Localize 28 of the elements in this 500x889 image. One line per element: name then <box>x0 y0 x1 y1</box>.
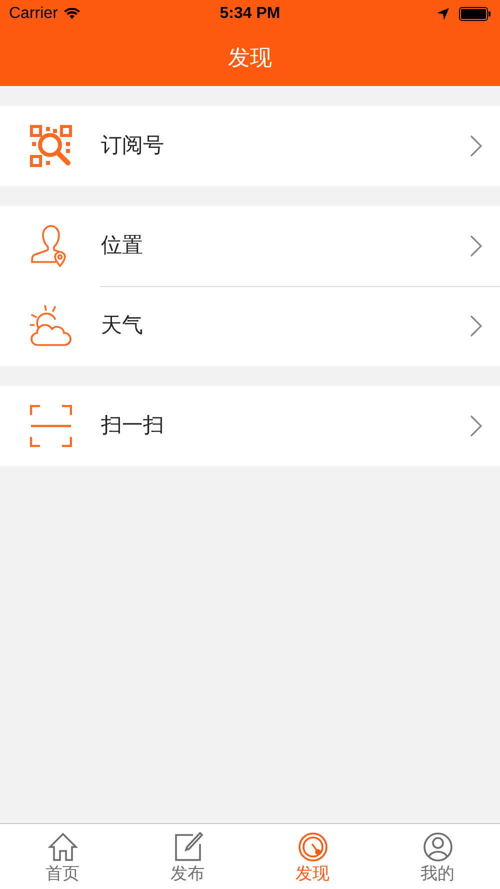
scan-frame-icon <box>30 405 72 447</box>
carrier-label: Carrier <box>9 4 58 24</box>
compass-icon <box>298 832 328 862</box>
chevron-right-icon <box>470 135 482 157</box>
tab-item[interactable]: 首页 <box>0 824 125 889</box>
list-item[interactable]: 订阅号 <box>0 106 500 186</box>
chevron-right-icon <box>470 415 482 437</box>
clock-label: 5:34 PM <box>220 4 280 24</box>
location-arrow-icon <box>437 8 449 20</box>
tab-item[interactable]: 发布 <box>125 824 250 889</box>
home-icon <box>48 832 78 862</box>
item-label: 天气 <box>101 313 143 340</box>
edit-icon <box>172 832 202 862</box>
wifi-icon <box>64 8 80 20</box>
list-item[interactable]: 位置 <box>0 206 500 286</box>
battery-icon <box>459 7 491 21</box>
item-label: 位置 <box>101 233 143 260</box>
profile-icon <box>422 832 452 862</box>
sun-cloud-icon <box>30 305 72 347</box>
qr-search-icon <box>30 125 72 167</box>
item-label: 订阅号 <box>101 133 164 160</box>
chevron-right-icon <box>470 235 482 257</box>
chevron-right-icon <box>470 315 482 337</box>
list-item[interactable]: 扫一扫 <box>0 386 500 466</box>
item-label: 扫一扫 <box>101 413 164 440</box>
tab-item[interactable]: 我的 <box>375 824 500 889</box>
list-item[interactable]: 天气 <box>0 286 500 366</box>
page-title: 发现 <box>228 44 272 72</box>
